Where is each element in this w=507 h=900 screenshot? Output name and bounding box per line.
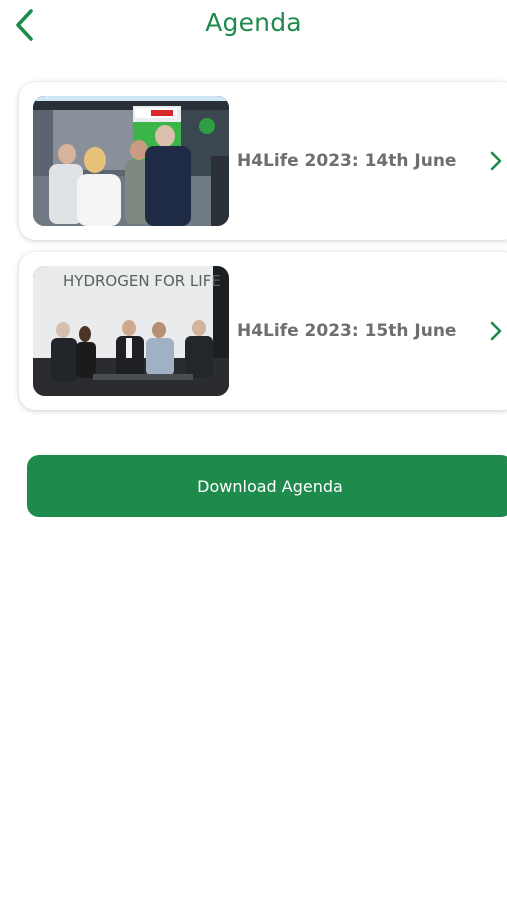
agenda-item-label: H4Life 2023: 14th June <box>237 151 457 171</box>
chevron-right-icon <box>490 151 502 171</box>
chevron-right-icon <box>490 321 502 341</box>
agenda-item-label: H4Life 2023: 15th June <box>237 321 457 341</box>
agenda-screen: Agenda H4Life 2023: 14th June HYDROGEN F… <box>0 0 507 900</box>
page-title: Agenda <box>205 8 302 37</box>
thumbnail-logo-text: HYDROGEN FOR LIFE <box>63 272 221 290</box>
panel-discussion-photo: HYDROGEN FOR LIFE <box>33 266 229 396</box>
agenda-item-15th-june[interactable]: HYDROGEN FOR LIFE H4Life 2023: 15th June <box>19 252 507 410</box>
header: Agenda <box>0 0 507 60</box>
download-agenda-button[interactable]: Download Agenda <box>27 455 507 517</box>
agenda-item-14th-june[interactable]: H4Life 2023: 14th June <box>19 82 507 240</box>
exhibition-booth-photo <box>33 96 229 226</box>
